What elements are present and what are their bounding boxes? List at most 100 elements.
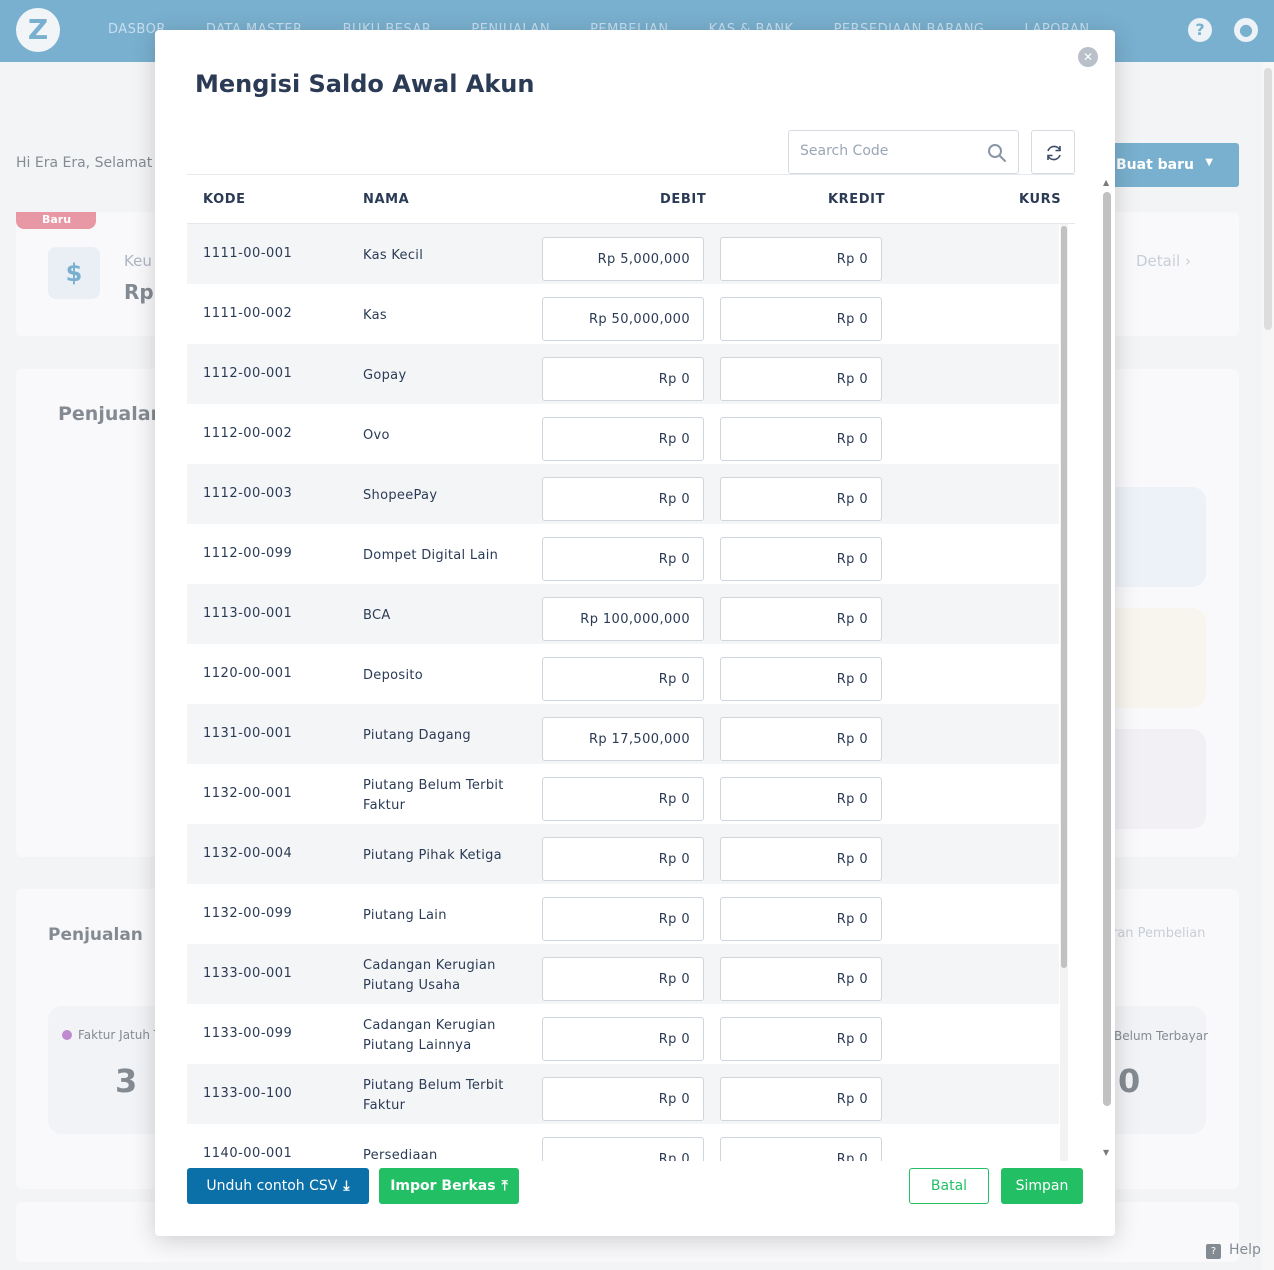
account-code: 1112-00-099 [203, 546, 293, 561]
debit-input[interactable]: Rp 0 [542, 1017, 704, 1061]
column-header-debit: DEBIT [660, 192, 707, 207]
account-code: 1140-00-001 [203, 1146, 293, 1161]
kredit-input[interactable]: Rp 0 [720, 897, 882, 941]
table-row: 1111-00-002 Kas Rp 50,000,000 Rp 0 [187, 284, 1059, 344]
kredit-input[interactable]: Rp 0 [720, 537, 882, 581]
debit-input[interactable]: Rp 0 [542, 357, 704, 401]
kredit-input[interactable]: Rp 0 [720, 777, 882, 821]
kredit-input[interactable]: Rp 0 [720, 417, 882, 461]
account-code: 1131-00-001 [203, 726, 293, 741]
debit-input[interactable]: Rp 0 [542, 837, 704, 881]
kredit-input[interactable]: Rp 0 [720, 717, 882, 761]
account-name: Gopay [363, 368, 407, 383]
account-name: Piutang Belum Terbit Faktur [363, 778, 504, 813]
table-row: 1133-00-001 Cadangan Kerugian Piutang Usa… [187, 944, 1059, 1004]
table-header: KODE NAMA DEBIT KREDIT KURS [187, 174, 1075, 224]
opening-balance-modal: Mengisi Saldo Awal Akun ✕ KODE NAMA DEBI… [155, 30, 1115, 1236]
kredit-input[interactable]: Rp 0 [720, 1017, 882, 1061]
account-code: 1132-00-004 [203, 846, 293, 861]
account-code: 1120-00-001 [203, 666, 293, 681]
close-icon[interactable]: ✕ [1078, 47, 1098, 67]
table-row: 1132-00-099 Piutang Lain Rp 0 Rp 0 [187, 884, 1059, 944]
account-code: 1111-00-002 [203, 306, 293, 321]
import-file-button[interactable]: Impor Berkas ⤒ [379, 1168, 519, 1204]
accounts-table-body[interactable]: 1111-00-001 Kas Kecil Rp 5,000,000 Rp 0 1111… [187, 224, 1067, 1161]
debit-input[interactable]: Rp 5,000,000 [542, 237, 704, 281]
debit-input[interactable]: Rp 0 [542, 897, 704, 941]
search-code-input[interactable] [800, 143, 980, 159]
modal-scrollbar[interactable]: ▲ ▼ [1101, 178, 1113, 1160]
modal-scroll-thumb[interactable] [1103, 192, 1111, 1106]
table-row: 1112-00-099 Dompet Digital Lain Rp 0 Rp 0 [187, 524, 1059, 584]
kredit-input[interactable]: Rp 0 [720, 237, 882, 281]
column-header-kurs: KURS [1019, 192, 1062, 207]
account-name: Dompet Digital Lain [363, 548, 499, 563]
debit-input[interactable]: Rp 0 [542, 957, 704, 1001]
cancel-button[interactable]: Batal [909, 1168, 989, 1204]
account-code: 1112-00-001 [203, 366, 293, 381]
download-icon: ⤓ [343, 1178, 350, 1194]
table-row: 1112-00-001 Gopay Rp 0 Rp 0 [187, 344, 1059, 404]
debit-input[interactable]: Rp 0 [542, 537, 704, 581]
download-csv-button[interactable]: Unduh contoh CSV ⤓ [187, 1168, 369, 1204]
table-row: 1133-00-100 Piutang Belum Terbit Faktur Rp… [187, 1064, 1059, 1124]
account-name: Piutang Dagang [363, 728, 471, 743]
table-row: 1133-00-099 Cadangan Kerugian Piutang Lai… [187, 1004, 1059, 1064]
account-code: 1113-00-001 [203, 606, 293, 621]
account-code: 1133-00-099 [203, 1026, 293, 1041]
kredit-input[interactable]: Rp 0 [720, 477, 882, 521]
debit-input[interactable]: Rp 100,000,000 [542, 597, 704, 641]
account-code: 1132-00-099 [203, 906, 293, 921]
account-code: 1112-00-003 [203, 486, 293, 501]
debit-input[interactable]: Rp 0 [542, 417, 704, 461]
table-row: 1132-00-004 Piutang Pihak Ketiga Rp 0 Rp 0 [187, 824, 1059, 884]
debit-input[interactable]: Rp 50,000,000 [542, 297, 704, 341]
kredit-input[interactable]: Rp 0 [720, 837, 882, 881]
account-name: Piutang Belum Terbit Faktur [363, 1078, 504, 1113]
table-scrollbar[interactable] [1060, 224, 1068, 1161]
debit-input[interactable]: Rp 0 [542, 1077, 704, 1121]
upload-icon: ⤒ [501, 1178, 508, 1194]
kredit-input[interactable]: Rp 0 [720, 297, 882, 341]
account-name: ShopeePay [363, 488, 438, 503]
account-code: 1132-00-001 [203, 786, 293, 801]
account-name: Kas [363, 308, 387, 323]
table-row: 1112-00-002 Ovo Rp 0 Rp 0 [187, 404, 1059, 464]
account-code: 1112-00-002 [203, 426, 293, 441]
kredit-input[interactable]: Rp 0 [720, 1077, 882, 1121]
debit-input[interactable]: Rp 17,500,000 [542, 717, 704, 761]
debit-input[interactable]: Rp 0 [542, 657, 704, 701]
account-name: Deposito [363, 668, 424, 683]
table-row: 1112-00-003 ShopeePay Rp 0 Rp 0 [187, 464, 1059, 524]
column-header-nama: NAMA [363, 192, 410, 207]
refresh-button[interactable] [1031, 130, 1075, 174]
search-icon[interactable] [987, 143, 1007, 163]
refresh-icon [1047, 145, 1061, 161]
table-scroll-thumb[interactable] [1061, 226, 1067, 968]
kredit-input[interactable]: Rp 0 [720, 957, 882, 1001]
kredit-input[interactable]: Rp 0 [720, 597, 882, 641]
debit-input[interactable]: Rp 0 [542, 477, 704, 521]
scroll-down-icon[interactable]: ▼ [1103, 1148, 1109, 1157]
account-name: Ovo [363, 428, 390, 443]
kredit-input[interactable]: Rp 0 [720, 357, 882, 401]
account-name: Piutang Lain [363, 908, 447, 923]
account-code: 1133-00-100 [203, 1086, 293, 1101]
scroll-up-icon[interactable]: ▲ [1103, 178, 1109, 187]
column-header-kode: KODE [203, 192, 246, 207]
kredit-input[interactable]: Rp 0 [720, 657, 882, 701]
column-header-kredit: KREDIT [828, 192, 886, 207]
search-box [788, 130, 1019, 174]
save-button[interactable]: Simpan [1001, 1168, 1083, 1204]
account-name: BCA [363, 608, 391, 623]
table-row: 1132-00-001 Piutang Belum Terbit Faktur Rp… [187, 764, 1059, 824]
account-name: Piutang Pihak Ketiga [363, 848, 502, 863]
debit-input[interactable]: Rp 0 [542, 777, 704, 821]
account-name: Persediaan [363, 1148, 438, 1161]
download-csv-label: Unduh contoh CSV [206, 1178, 338, 1194]
table-row: 1140-00-001 Persediaan Rp 0 Rp 0 [187, 1124, 1059, 1161]
account-code: 1111-00-001 [203, 246, 293, 261]
kredit-input[interactable]: Rp 0 [720, 1137, 882, 1161]
table-row: 1120-00-001 Deposito Rp 0 Rp 0 [187, 644, 1059, 704]
debit-input[interactable]: Rp 0 [542, 1137, 704, 1161]
